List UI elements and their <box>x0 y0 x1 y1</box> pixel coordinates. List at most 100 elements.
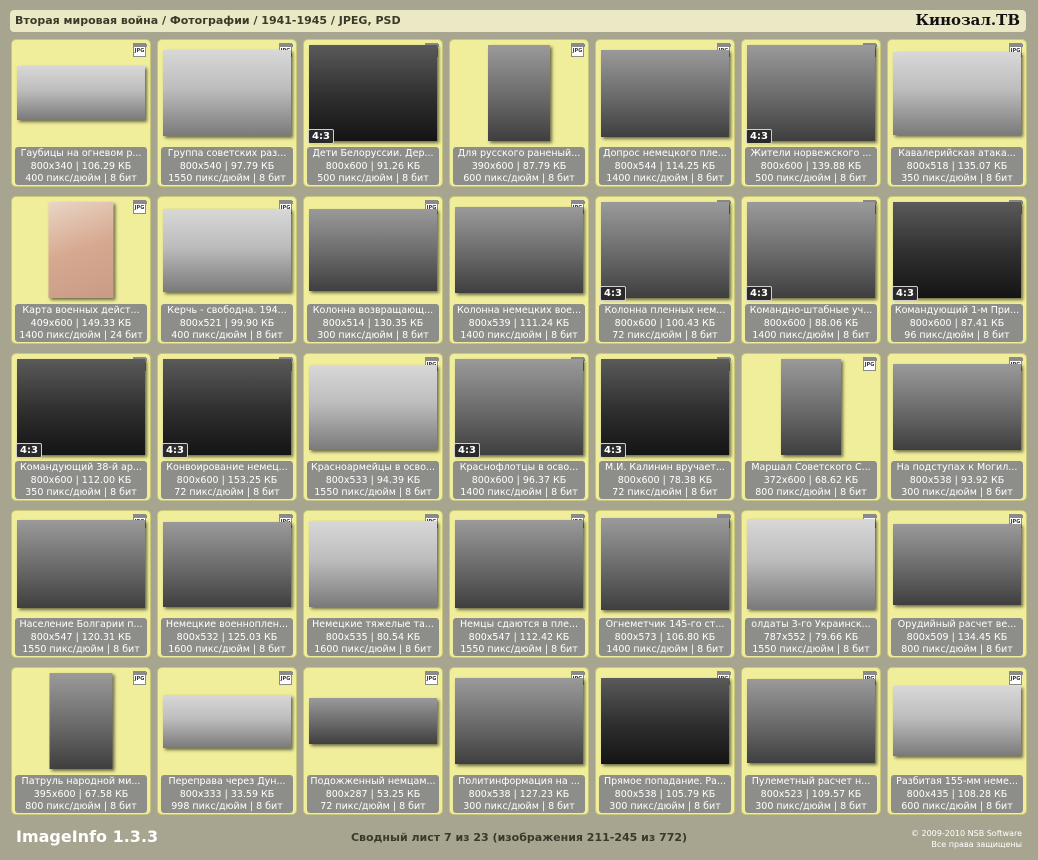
thumbnail-image[interactable] <box>488 45 550 141</box>
image-title: Карта военных дейст... <box>22 305 140 316</box>
thumbnail-tile[interactable]: JPGНа подступах к Могил...800x538 | 93.9… <box>887 353 1027 501</box>
thumbnail-tile[interactable]: JPGНемецкие тяжелые та...800x535 | 80.54… <box>303 510 443 658</box>
image-title: Колонна пленных нем... <box>604 305 726 316</box>
thumbnail-tile[interactable]: JPG4:3Конвоирование немец...800x600 | 15… <box>157 353 297 501</box>
jpg-file-icon: JPG <box>279 671 293 685</box>
aspect-ratio-badge: 4:3 <box>746 129 772 144</box>
thumbnail-tile[interactable]: JPG Подожженный немцам... 800x287 | 53.25 … <box>303 667 443 815</box>
aspect-ratio-badge: 4:3 <box>892 286 918 301</box>
thumbnail-image[interactable] <box>48 202 114 298</box>
thumbnail-image[interactable] <box>455 678 583 764</box>
copyright: © 2009-2010 NSB Software Все права защищ… <box>911 828 1022 850</box>
thumbnail-image[interactable] <box>781 359 841 455</box>
thumbnail-tile[interactable]: JPGПулеметный расчет н...800x523 | 109.5… <box>741 667 881 815</box>
thumbnail-tile[interactable]: JPGолдаты 3-го Украинск...787x552 | 79.6… <box>741 510 881 658</box>
thumbnail-tile[interactable]: JPGДопрос немецкого пле...800x544 | 114.… <box>595 39 735 187</box>
thumbnail-tile[interactable]: JPG Орудийный расчет ве... 800x509 | 134.4… <box>887 510 1027 658</box>
thumbnail-image[interactable] <box>17 520 145 608</box>
jpg-file-icon: JPG <box>571 43 585 57</box>
thumbnail-image[interactable] <box>49 673 113 769</box>
thumbnail-image[interactable] <box>747 45 875 141</box>
image-dims: 800x600 | 153.25 КБ <box>176 474 278 486</box>
thumbnail-image[interactable] <box>601 678 729 764</box>
thumbnail-image[interactable] <box>309 698 437 744</box>
image-title: Командующий 1-м При... <box>894 305 1020 316</box>
thumbnail-tile[interactable]: JPGНемецкие военноплен...800x532 | 125.0… <box>157 510 297 658</box>
thumbnail-tile[interactable]: JPGПрямое попадание. Ра...800x538 | 105.… <box>595 667 735 815</box>
thumbnail-image[interactable] <box>893 686 1021 756</box>
thumbnail-image[interactable] <box>455 207 583 293</box>
image-title: Немецкие военноплен... <box>165 619 289 630</box>
thumbnail-tile[interactable]: JPG Разбитая 155-мм неме... 800x435 | 108.… <box>887 667 1027 815</box>
image-info: Керчь - свободна. 194... 800x521 | 99.90 … <box>161 304 293 342</box>
thumbnail-image[interactable] <box>455 520 583 608</box>
thumbnail-image[interactable] <box>163 50 291 136</box>
thumbnail-tile[interactable]: JPG Для русского раненый... 390x600 | 87.7… <box>449 39 589 187</box>
thumbnail-tile[interactable]: JPGКолонна немецких вое...800x539 | 111.… <box>449 196 589 344</box>
image-info: Орудийный расчет ве... 800x509 | 134.45 К… <box>891 618 1023 656</box>
image-title: Переправа через Дун... <box>168 776 286 787</box>
thumbnail-tile[interactable]: JPG4:3Краснофлотцы в осво...800x600 | 96… <box>449 353 589 501</box>
thumbnail-image[interactable] <box>17 359 145 455</box>
thumbnail-image[interactable] <box>455 359 583 455</box>
thumbnail-image[interactable] <box>601 359 729 455</box>
thumbnail-image[interactable] <box>309 365 437 450</box>
thumbnail-tile[interactable]: JPG4:3Командующий 1-м При...800x600 | 87… <box>887 196 1027 344</box>
thumbnail-tile[interactable]: JPGНаселение Болгарии п...800x547 | 120.… <box>11 510 151 658</box>
thumbnail-image[interactable] <box>309 45 437 141</box>
image-dims: 800x340 | 106.29 КБ <box>30 160 132 172</box>
thumbnail-tile[interactable]: JPG4:3Колонна пленных нем...800x600 | 10… <box>595 196 735 344</box>
thumbnail-image[interactable] <box>893 202 1021 298</box>
thumbnail-tile[interactable]: JPG Патруль народной ми... 395x600 | 67.58… <box>11 667 151 815</box>
thumbnail-image[interactable] <box>601 518 729 610</box>
thumbnail-image[interactable] <box>163 695 291 748</box>
thumbnail-image[interactable] <box>163 359 291 455</box>
thumbnail-tile[interactable]: JPG Кавалерийская атака... 800x518 | 135.0… <box>887 39 1027 187</box>
thumbnail-image[interactable] <box>309 209 437 291</box>
thumbnail-tile[interactable]: JPGОгнеметчик 145-го ст...800x573 | 106.… <box>595 510 735 658</box>
thumbnail-tile[interactable]: JPGГруппа советских раз...800x540 | 97.7… <box>157 39 297 187</box>
thumbnail-tile[interactable]: JPGНемцы сдаются в пле...800x547 | 112.4… <box>449 510 589 658</box>
image-title: Прямое попадание. Ра... <box>603 776 727 787</box>
thumbnail-image[interactable] <box>747 519 875 609</box>
thumbnail-tile[interactable]: JPG4:3Командно-штабные уч...800x600 | 88… <box>741 196 881 344</box>
image-dims: 800x518 | 135.07 КБ <box>906 160 1008 172</box>
image-dims: 800x435 | 108.28 КБ <box>906 788 1008 800</box>
thumbnail-tile[interactable]: JPG4:3М.И. Калинин вручает...800x600 | 7… <box>595 353 735 501</box>
thumbnail-tile[interactable]: JPGКрасноармейцы в осво...800x533 | 94.3… <box>303 353 443 501</box>
image-title: Колонна возвращающ... <box>312 305 434 316</box>
thumbnail-tile[interactable]: JPG Маршал Советского С... 372x600 | 68.62… <box>741 353 881 501</box>
thumbnail-image[interactable] <box>601 50 729 137</box>
image-info: Немецкие военноплен... 800x532 | 125.03 К… <box>161 618 293 656</box>
thumbnail-image[interactable] <box>747 679 875 763</box>
image-res: 350 пикс/дюйм | 8 бит <box>25 487 137 498</box>
thumbnail-tile[interactable]: JPG Керчь - свободна. 194... 800x521 | 99.… <box>157 196 297 344</box>
thumbnail-image[interactable] <box>893 364 1021 450</box>
image-dims: 372x600 | 68.62 КБ <box>763 474 859 486</box>
image-res: 800 пикс/дюйм | 8 бит <box>25 801 137 812</box>
thumbnail-tile[interactable]: JPG Колонна возвращающ... 800x514 | 130.35… <box>303 196 443 344</box>
thumbnail-image[interactable] <box>893 52 1021 135</box>
thumbnail-tile[interactable]: JPG4:3Командующий 38-й ар...800x600 | 11… <box>11 353 151 501</box>
image-res: 500 пикс/дюйм | 8 бит <box>755 173 867 184</box>
thumbnail-image[interactable] <box>893 524 1021 605</box>
thumbnail-image[interactable] <box>163 522 291 607</box>
thumbnail-image[interactable] <box>747 202 875 298</box>
thumbnail-image[interactable] <box>601 202 729 298</box>
thumbnail-image[interactable] <box>309 521 437 607</box>
thumbnail-tile[interactable]: JPG4:3Жители норвежского ...800x600 | 13… <box>741 39 881 187</box>
thumbnail-tile[interactable]: JPG4:3Дети Белоруссии. Дер...800x600 | 9… <box>303 39 443 187</box>
image-dims: 800x547 | 112.42 КБ <box>468 631 570 643</box>
image-info: Жители норвежского ... 800x600 | 139.88 К… <box>745 147 877 185</box>
thumbnail-tile[interactable]: JPG Гаубицы на огневом р... 800x340 | 106.… <box>11 39 151 187</box>
thumbnail-image[interactable] <box>17 66 145 120</box>
image-res: 300 пикс/дюйм | 8 бит <box>609 801 721 812</box>
thumbnail-tile[interactable]: JPG Карта военных дейст... 409x600 | 149.3… <box>11 196 151 344</box>
image-dims: 800x600 | 100.43 КБ <box>614 317 716 329</box>
aspect-ratio-badge: 4:3 <box>600 286 626 301</box>
thumbnail-image[interactable] <box>163 209 291 292</box>
thumbnail-tile[interactable]: JPG Переправа через Дун... 800x333 | 33.59… <box>157 667 297 815</box>
image-info: Подожженный немцам... 800x287 | 53.25 КБ 7… <box>307 775 439 813</box>
image-dims: 800x547 | 120.31 КБ <box>30 631 132 643</box>
thumbnail-tile[interactable]: JPGПолитинформация на ...800x538 | 127.2… <box>449 667 589 815</box>
